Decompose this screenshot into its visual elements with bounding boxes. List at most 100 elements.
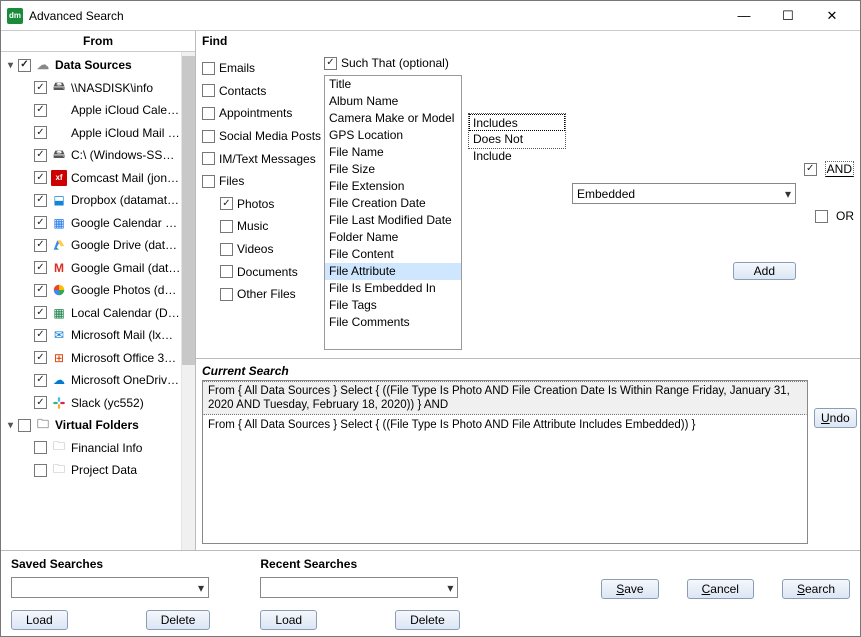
- tree-checkbox[interactable]: [34, 81, 47, 94]
- tree-item[interactable]: 🖴\\NASDISK\info: [1, 77, 181, 100]
- type-checkbox[interactable]: [202, 130, 215, 143]
- type-checkbox[interactable]: [202, 175, 215, 188]
- tree-checkbox[interactable]: [34, 306, 47, 319]
- tree-item[interactable]: xfComcast Mail (jon…: [1, 167, 181, 190]
- attribute-item[interactable]: File Size: [325, 161, 461, 178]
- type-checkbox[interactable]: [202, 84, 215, 97]
- tree-item[interactable]: Apple iCloud Mail (l…: [1, 122, 181, 145]
- attribute-item[interactable]: File Last Modified Date: [325, 212, 461, 229]
- recent-delete-button[interactable]: Delete: [395, 610, 460, 630]
- tree-checkbox[interactable]: [34, 149, 47, 162]
- tree-item[interactable]: ▦Google Calendar (…: [1, 212, 181, 235]
- type-row[interactable]: Emails: [202, 57, 318, 80]
- saved-searches-dropdown[interactable]: [11, 577, 209, 598]
- attribute-item[interactable]: GPS Location: [325, 127, 461, 144]
- tree-item[interactable]: ☁Microsoft OneDriv…: [1, 369, 181, 392]
- attribute-item[interactable]: File Is Embedded In: [325, 280, 461, 297]
- condition-item[interactable]: Does Not Include: [469, 131, 565, 148]
- type-row[interactable]: IM/Text Messages: [202, 147, 318, 170]
- tree-item[interactable]: ▦Local Calendar (D…: [1, 302, 181, 325]
- cancel-button[interactable]: Cancel: [687, 579, 754, 599]
- type-checkbox[interactable]: [202, 62, 215, 75]
- tree-checkbox[interactable]: [34, 126, 47, 139]
- tree-checkbox[interactable]: [34, 261, 47, 274]
- type-row[interactable]: Contacts: [202, 80, 318, 103]
- tree-item[interactable]: ✉Microsoft Mail (lxm…: [1, 324, 181, 347]
- close-button[interactable]: ✕: [810, 2, 854, 30]
- type-checkbox[interactable]: [220, 220, 233, 233]
- attribute-item[interactable]: File Creation Date: [325, 195, 461, 212]
- current-search-list[interactable]: From { All Data Sources } Select { ((Fil…: [202, 380, 808, 544]
- tree-item[interactable]: MGoogle Gmail (dat…: [1, 257, 181, 280]
- add-button[interactable]: Add: [733, 262, 796, 280]
- type-checkbox[interactable]: [202, 107, 215, 120]
- tree-item[interactable]: Apple iCloud Calen…: [1, 99, 181, 122]
- save-button[interactable]: Save: [601, 579, 658, 599]
- attribute-item[interactable]: Folder Name: [325, 229, 461, 246]
- tree-checkbox[interactable]: [34, 351, 47, 364]
- type-checkbox[interactable]: [220, 243, 233, 256]
- tree-item[interactable]: ⊞Microsoft Office 3…: [1, 347, 181, 370]
- tree-item[interactable]: Google Photos (da…: [1, 279, 181, 302]
- tree-checkbox[interactable]: [34, 329, 47, 342]
- expand-toggle-icon[interactable]: [5, 420, 16, 431]
- attribute-item[interactable]: Album Name: [325, 93, 461, 110]
- attribute-list[interactable]: TitleAlbum NameCamera Make or ModelGPS L…: [324, 75, 462, 350]
- scroll-thumb[interactable]: [182, 56, 195, 365]
- maximize-button[interactable]: ☐: [766, 2, 810, 30]
- type-row[interactable]: Files: [202, 170, 318, 193]
- tree-checkbox[interactable]: [34, 284, 47, 297]
- type-checkbox[interactable]: [202, 152, 215, 165]
- saved-load-button[interactable]: Load: [11, 610, 68, 630]
- tree-checkbox[interactable]: [18, 59, 31, 72]
- type-row[interactable]: Photos: [202, 193, 318, 216]
- recent-searches-dropdown[interactable]: [260, 577, 458, 598]
- type-row[interactable]: Appointments: [202, 102, 318, 125]
- tree-group[interactable]: ☁Data Sources: [1, 54, 181, 77]
- such-that-checkbox[interactable]: [324, 57, 337, 70]
- attribute-item[interactable]: File Tags: [325, 297, 461, 314]
- current-search-row[interactable]: From { All Data Sources } Select { ((Fil…: [203, 381, 807, 415]
- undo-button[interactable]: Undo: [814, 408, 857, 428]
- search-button[interactable]: Search: [782, 579, 850, 599]
- type-row[interactable]: Other Files: [202, 283, 318, 306]
- tree-checkbox[interactable]: [34, 396, 47, 409]
- value-dropdown[interactable]: Embedded: [572, 183, 796, 204]
- and-checkbox[interactable]: [804, 163, 817, 176]
- type-checkbox[interactable]: [220, 197, 233, 210]
- tree-checkbox[interactable]: [34, 216, 47, 229]
- condition-item[interactable]: Includes: [469, 114, 565, 131]
- tree-checkbox[interactable]: [34, 441, 47, 454]
- current-search-row[interactable]: From { All Data Sources } Select { ((Fil…: [203, 415, 807, 435]
- tree-checkbox[interactable]: [34, 464, 47, 477]
- attribute-item[interactable]: Title: [325, 76, 461, 93]
- type-row[interactable]: Music: [202, 215, 318, 238]
- type-row[interactable]: Social Media Posts: [202, 125, 318, 148]
- type-checkbox[interactable]: [220, 265, 233, 278]
- tree-checkbox[interactable]: [34, 239, 47, 252]
- recent-load-button[interactable]: Load: [260, 610, 317, 630]
- or-checkbox[interactable]: [815, 210, 828, 223]
- tree-item[interactable]: 🗀Financial Info: [1, 437, 181, 460]
- tree-checkbox[interactable]: [34, 194, 47, 207]
- saved-delete-button[interactable]: Delete: [146, 610, 211, 630]
- attribute-item[interactable]: Camera Make or Model: [325, 110, 461, 127]
- attribute-item[interactable]: File Attribute: [325, 263, 461, 280]
- type-row[interactable]: Videos: [202, 238, 318, 261]
- type-row[interactable]: Documents: [202, 260, 318, 283]
- data-source-tree[interactable]: ☁Data Sources🖴\\NASDISK\infoApple iCloud…: [1, 52, 195, 482]
- tree-item[interactable]: 🗀Project Data: [1, 459, 181, 482]
- expand-toggle-icon[interactable]: [5, 60, 16, 71]
- tree-item[interactable]: Google Drive (dat…: [1, 234, 181, 257]
- tree-checkbox[interactable]: [18, 419, 31, 432]
- attribute-item[interactable]: File Content: [325, 246, 461, 263]
- tree-group[interactable]: 🗀Virtual Folders: [1, 414, 181, 437]
- attribute-item[interactable]: File Name: [325, 144, 461, 161]
- condition-list[interactable]: IncludesDoes Not Include: [468, 113, 566, 149]
- tree-item[interactable]: ⬓Dropbox (datamat…: [1, 189, 181, 212]
- attribute-item[interactable]: File Comments: [325, 314, 461, 331]
- tree-item[interactable]: Slack (yc552): [1, 392, 181, 415]
- tree-checkbox[interactable]: [34, 374, 47, 387]
- tree-checkbox[interactable]: [34, 171, 47, 184]
- tree-checkbox[interactable]: [34, 104, 47, 117]
